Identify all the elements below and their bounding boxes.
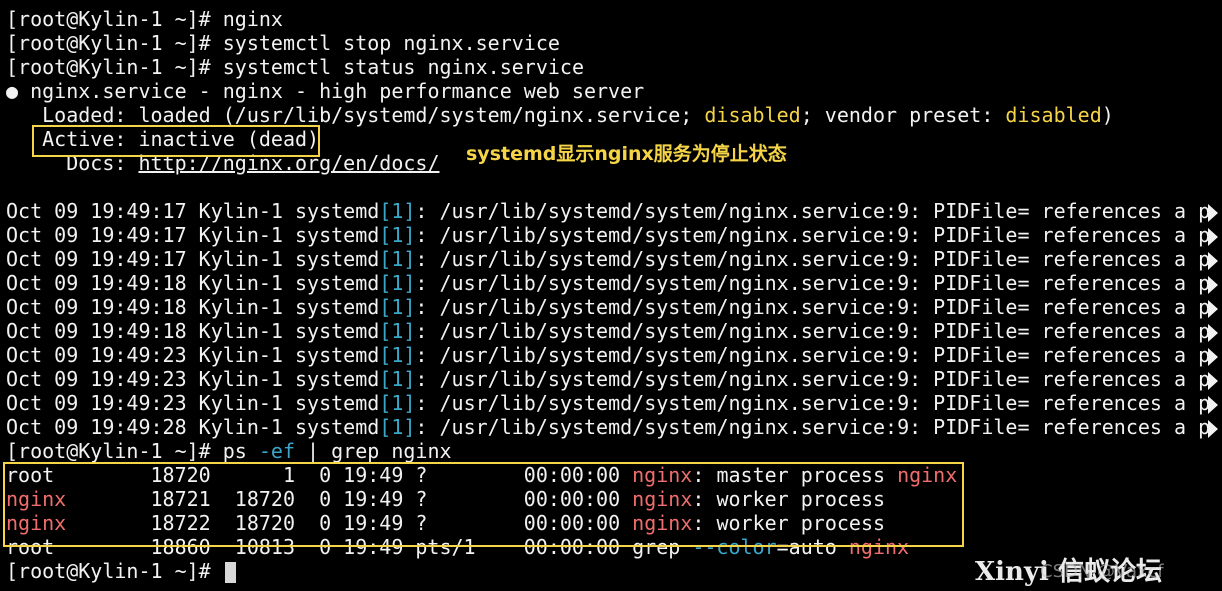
log-pid: 1 <box>391 247 404 271</box>
status-header: nginx.service - nginx - high performance… <box>18 79 645 103</box>
status-header-line: ● nginx.service - nginx - high performan… <box>6 79 1220 103</box>
log-timestamp: Oct 09 19:49:23 <box>6 343 187 367</box>
loaded-close: ) <box>1101 103 1114 127</box>
log-host: Kylin-1 systemd <box>186 271 380 295</box>
log-pid: 1 <box>391 271 404 295</box>
shell-prompt: [root@Kylin-1 ~]# <box>6 439 223 463</box>
log-line: Oct 09 19:49:23 Kylin-1 systemd[1]: /usr… <box>6 367 1220 391</box>
log-message: : /usr/lib/systemd/system/nginx.service:… <box>415 367 1211 391</box>
shell-prompt: [root@Kylin-1 ~]# <box>6 559 223 583</box>
vendor-preset-text: ; vendor preset: <box>800 103 1006 127</box>
log-line: Oct 09 19:49:23 Kylin-1 systemd[1]: /usr… <box>6 343 1220 367</box>
log-host: Kylin-1 systemd <box>186 391 380 415</box>
truncation-arrow-icon <box>1208 395 1219 414</box>
log-pid: 1 <box>391 319 404 343</box>
ps-pipe-grep: | grep nginx <box>295 439 452 463</box>
truncation-arrow-icon <box>1208 275 1219 294</box>
log-line: Oct 09 19:49:23 Kylin-1 systemd[1]: /usr… <box>6 391 1220 415</box>
log-timestamp: Oct 09 19:49:28 <box>6 415 187 439</box>
log-host: Kylin-1 systemd <box>186 247 380 271</box>
ps-command: ps <box>222 439 259 463</box>
command-text: systemctl status nginx.service <box>222 55 584 79</box>
log-host: Kylin-1 systemd <box>186 319 380 343</box>
log-line: Oct 09 19:49:18 Kylin-1 systemd[1]: /usr… <box>6 271 1220 295</box>
ps-cmd-line: [root@Kylin-1 ~]# ps -ef | grep nginx <box>6 439 1220 463</box>
truncation-arrow-icon <box>1208 251 1219 270</box>
log-timestamp: Oct 09 19:49:18 <box>6 295 187 319</box>
log-line: Oct 09 19:49:17 Kylin-1 systemd[1]: /usr… <box>6 199 1220 223</box>
log-line: Oct 09 19:49:28 Kylin-1 systemd[1]: /usr… <box>6 415 1220 439</box>
log-timestamp: Oct 09 19:49:18 <box>6 271 187 295</box>
log-message: : /usr/lib/systemd/system/nginx.service:… <box>415 343 1211 367</box>
log-line: Oct 09 19:49:17 Kylin-1 systemd[1]: /usr… <box>6 247 1220 271</box>
log-timestamp: Oct 09 19:49:23 <box>6 391 187 415</box>
truncation-arrow-icon <box>1208 323 1219 342</box>
log-message: : /usr/lib/systemd/system/nginx.service:… <box>415 223 1211 247</box>
process-highlight-box <box>3 462 964 547</box>
log-host: Kylin-1 systemd <box>186 223 380 247</box>
ps-flag: -ef <box>258 439 295 463</box>
log-pid: 1 <box>391 391 404 415</box>
truncation-arrow-icon <box>1208 347 1219 366</box>
shell-prompt: [root@Kylin-1 ~]# <box>6 55 223 79</box>
truncation-arrow-icon <box>1208 419 1219 438</box>
log-message: : /usr/lib/systemd/system/nginx.service:… <box>415 415 1211 439</box>
log-timestamp: Oct 09 19:49:17 <box>6 223 187 247</box>
log-message: : /usr/lib/systemd/system/nginx.service:… <box>415 391 1211 415</box>
loaded-text: Loaded: loaded (/usr/lib/systemd/system/… <box>6 103 705 127</box>
truncation-arrow-icon <box>1208 203 1219 222</box>
truncation-arrow-icon <box>1208 227 1219 246</box>
annotation-label: systemd显示nginx服务为停止状态 <box>466 143 787 165</box>
log-host: Kylin-1 systemd <box>186 367 380 391</box>
log-timestamp: Oct 09 19:49:23 <box>6 367 187 391</box>
log-message: : /usr/lib/systemd/system/nginx.service:… <box>415 295 1211 319</box>
log-host: Kylin-1 systemd <box>186 415 380 439</box>
shell-prompt: [root@Kylin-1 ~]# <box>6 7 223 31</box>
log-host: Kylin-1 systemd <box>186 199 380 223</box>
journal-log-list: Oct 09 19:49:17 Kylin-1 systemd[1]: /usr… <box>6 199 1220 439</box>
status-loaded-line: Loaded: loaded (/usr/lib/systemd/system/… <box>6 103 1220 127</box>
shell-prompt: [root@Kylin-1 ~]# <box>6 31 223 55</box>
vendor-disabled-label: disabled <box>1005 103 1102 127</box>
status-bullet-icon: ● <box>6 79 19 103</box>
log-pid: 1 <box>391 367 404 391</box>
log-message: : /usr/lib/systemd/system/nginx.service:… <box>415 199 1211 223</box>
cmd-line-2: [root@Kylin-1 ~]# systemctl stop nginx.s… <box>6 31 1220 55</box>
truncation-arrow-icon <box>1208 371 1219 390</box>
cmd-line-1: [root@Kylin-1 ~]# nginx <box>6 7 1220 31</box>
log-pid: 1 <box>391 199 404 223</box>
truncation-arrow-icon <box>1208 299 1219 318</box>
log-pid: 1 <box>391 343 404 367</box>
log-line: Oct 09 19:49:17 Kylin-1 systemd[1]: /usr… <box>6 223 1220 247</box>
log-pid: 1 <box>391 295 404 319</box>
cmd-line-3: [root@Kylin-1 ~]# systemctl status nginx… <box>6 55 1220 79</box>
disabled-label: disabled <box>704 103 801 127</box>
log-pid: 1 <box>391 223 404 247</box>
log-timestamp: Oct 09 19:49:17 <box>6 247 187 271</box>
log-timestamp: Oct 09 19:49:18 <box>6 319 187 343</box>
active-highlight-box <box>32 125 320 157</box>
log-line: Oct 09 19:49:18 Kylin-1 systemd[1]: /usr… <box>6 319 1220 343</box>
log-message: : /usr/lib/systemd/system/nginx.service:… <box>415 319 1211 343</box>
command-text: systemctl stop nginx.service <box>222 31 560 55</box>
log-host: Kylin-1 systemd <box>186 343 380 367</box>
watermark-csdn: CSDN @Vaxcf <box>1040 561 1164 582</box>
log-timestamp: Oct 09 19:49:17 <box>6 199 187 223</box>
command-text: nginx <box>222 7 283 31</box>
log-message: : /usr/lib/systemd/system/nginx.service:… <box>415 271 1211 295</box>
log-message: : /usr/lib/systemd/system/nginx.service:… <box>415 247 1211 271</box>
log-host: Kylin-1 systemd <box>186 295 380 319</box>
log-pid: 1 <box>391 415 404 439</box>
log-line: Oct 09 19:49:18 Kylin-1 systemd[1]: /usr… <box>6 295 1220 319</box>
terminal-cursor[interactable] <box>224 561 236 583</box>
